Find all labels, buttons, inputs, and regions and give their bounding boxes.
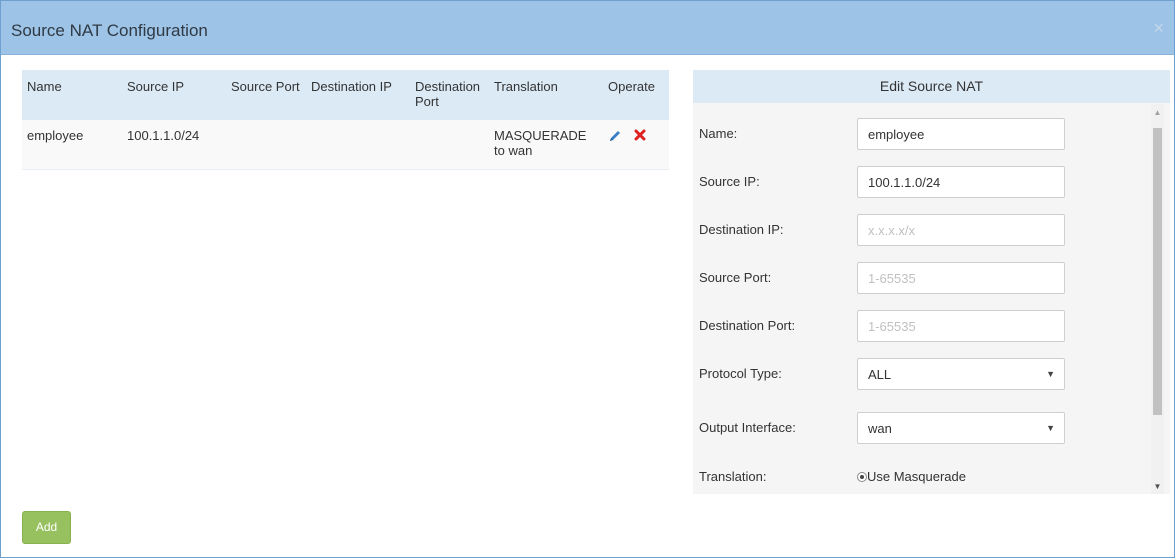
caret-down-icon: ▼ (1046, 423, 1055, 433)
cell-destination-ip (306, 120, 410, 170)
column-header-translation[interactable]: Translation (489, 70, 603, 120)
output-interface-select[interactable]: wan ▼ (857, 412, 1065, 444)
radio-selected-icon[interactable] (857, 472, 867, 482)
form-row-output-interface: Output Interface: wan ▼ (699, 412, 1119, 444)
column-header-source-ip[interactable]: Source IP (122, 70, 226, 120)
destination-ip-input[interactable] (857, 214, 1065, 246)
use-masquerade-label: Use Masquerade (867, 469, 966, 484)
x-icon[interactable] (634, 129, 646, 144)
panel-scrollbar[interactable]: ▲ ▼ (1151, 104, 1164, 494)
source-port-label: Source Port: (699, 270, 772, 285)
cell-translation: MASQUERADE to wan (489, 120, 603, 170)
source-nat-dialog: Source NAT Configuration × Name Source I… (0, 0, 1175, 558)
cell-destination-port (410, 120, 489, 170)
table-header-row: Name Source IP Source Port Destination I… (22, 70, 669, 120)
column-header-destination-ip[interactable]: Destination IP (306, 70, 410, 120)
destination-port-input[interactable] (857, 310, 1065, 342)
destination-port-label: Destination Port: (699, 318, 796, 333)
pencil-icon[interactable] (608, 129, 622, 146)
protocol-type-select[interactable]: ALL ▼ (857, 358, 1065, 390)
dialog-header: Source NAT Configuration × (1, 1, 1174, 55)
form-row-destination-port: Destination Port: (699, 310, 1119, 342)
form-row-source-ip: Source IP: (699, 166, 1119, 198)
add-button[interactable]: Add (22, 511, 71, 544)
close-icon[interactable]: × (1153, 19, 1164, 37)
destination-ip-label: Destination IP: (699, 222, 784, 237)
source-ip-input[interactable] (857, 166, 1065, 198)
form-row-name: Name: (699, 118, 1119, 150)
form-row-protocol-type: Protocol Type: ALL ▼ (699, 358, 1119, 390)
translation-label: Translation: (699, 469, 767, 484)
cell-operate (603, 120, 669, 170)
cell-name: employee (22, 120, 122, 170)
caret-down-icon: ▼ (1046, 369, 1055, 379)
column-header-name[interactable]: Name (22, 70, 122, 120)
edit-panel-title: Edit Source NAT (693, 70, 1170, 103)
scroll-down-arrow-icon[interactable]: ▼ (1151, 480, 1164, 494)
protocol-type-value: ALL (868, 367, 892, 382)
cell-source-ip: 100.1.1.0/24 (122, 120, 226, 170)
output-interface-label: Output Interface: (699, 420, 796, 435)
scroll-up-arrow-icon[interactable]: ▲ (1151, 106, 1164, 120)
protocol-type-label: Protocol Type: (699, 366, 782, 381)
use-masquerade-radio[interactable]: Use Masquerade (857, 469, 966, 484)
output-interface-value: wan (868, 421, 892, 436)
edit-source-nat-panel: Edit Source NAT Name: Source IP: Destina… (693, 70, 1170, 494)
column-header-source-port[interactable]: Source Port (226, 70, 306, 120)
table-row[interactable]: employee 100.1.1.0/24 MASQUERADE to wan (22, 120, 669, 170)
name-label: Name: (699, 126, 738, 141)
column-header-operate: Operate (608, 79, 655, 94)
dialog-title: Source NAT Configuration (11, 21, 208, 40)
source-nat-table: Name Source IP Source Port Destination I… (22, 70, 669, 170)
column-header-destination-port[interactable]: Destination Port (410, 70, 489, 120)
source-ip-label: Source IP: (699, 174, 760, 189)
form-row-source-port: Source Port: (699, 262, 1119, 294)
form-row-translation: Translation: Use Masquerade (699, 461, 1119, 493)
source-port-input[interactable] (857, 262, 1065, 294)
name-input[interactable] (857, 118, 1065, 150)
form-row-destination-ip: Destination IP: (699, 214, 1119, 246)
cell-source-port (226, 120, 306, 170)
scroll-thumb[interactable] (1153, 128, 1162, 415)
